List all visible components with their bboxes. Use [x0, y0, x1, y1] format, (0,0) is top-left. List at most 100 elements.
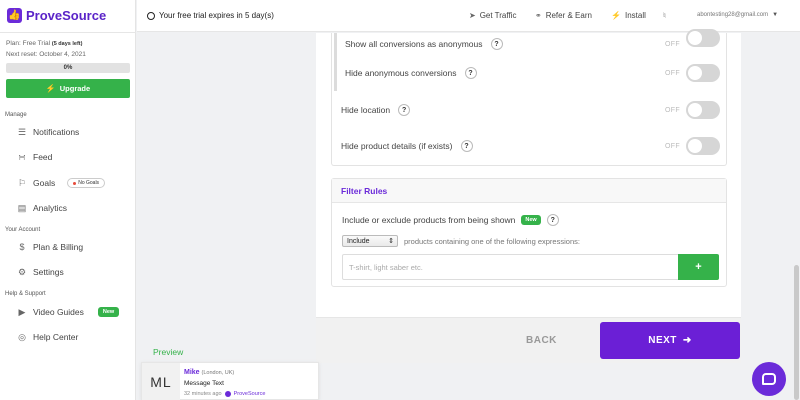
gear-icon: ⚙	[17, 266, 27, 277]
badge-label: No Goals	[78, 180, 100, 186]
setting-row: Hide product details (if exists) ? OFF	[332, 128, 726, 164]
filter-condition-row: Include ⇕ products containing one of the…	[342, 235, 580, 247]
back-button[interactable]: BACK	[526, 335, 557, 346]
video-camera-icon: ▶	[18, 306, 26, 317]
help-icon[interactable]: ?	[460, 140, 473, 152]
next-button[interactable]: NEXT ➜	[600, 322, 740, 359]
add-expression-button[interactable]: +	[678, 254, 719, 280]
preview-time: 32 minutes ago	[184, 391, 222, 397]
refer-earn-link[interactable]: ⚭ Refer & Earn	[535, 11, 592, 20]
filter-rules-header: Filter Rules	[332, 179, 726, 203]
toggle-switch[interactable]	[686, 64, 720, 82]
toggle-switch[interactable]	[686, 29, 720, 47]
divider	[0, 32, 136, 33]
sidebar-item-feed[interactable]: ∺ Feed	[17, 150, 133, 164]
plan-days-left: (5 days left)	[51, 41, 83, 47]
setting-label-text: Hide product details (if exists)	[341, 141, 453, 151]
sidebar-item-label: Notifications	[33, 127, 80, 137]
dollar-icon: $	[19, 242, 25, 252]
select-suffix-text: products containing one of the following…	[404, 236, 580, 246]
sidebar-item-analytics[interactable]: ▤ Analytics	[17, 201, 133, 215]
no-goals-badge: No Goals	[67, 178, 106, 188]
upgrade-button[interactable]: ⚡ Upgrade	[6, 79, 130, 98]
sidebar-item-label: Feed	[33, 152, 53, 162]
section-help: Help & Support	[5, 291, 46, 297]
preview-meta: 32 minutes ago ProveSource	[184, 391, 265, 397]
plan-name: Plan: Free Trial	[6, 40, 51, 47]
toggle-state: OFF	[665, 106, 680, 114]
lightning-icon: ⚡	[45, 84, 56, 93]
sidebar-item-billing[interactable]: $ Plan & Billing	[17, 240, 133, 254]
verified-check-icon	[224, 391, 231, 397]
setting-label-text: Show all conversions as anonymous	[345, 39, 483, 49]
setting-label: Show all conversions as anonymous ?	[345, 38, 503, 50]
sidebar-item-settings[interactable]: ⚙ Settings	[17, 265, 133, 279]
chevron-down-icon: ▼	[772, 12, 779, 18]
new-badge: New	[521, 215, 541, 225]
menu-icon: ☰	[17, 126, 27, 137]
logo[interactable]: 👍 ProveSource	[7, 8, 106, 23]
filter-rules-title: Filter Rules	[341, 186, 388, 196]
preview-message: Message Text	[184, 380, 224, 387]
bell-icon: ♮	[663, 11, 666, 20]
trial-notice: Your free trial expires in 5 day(s)	[147, 11, 274, 20]
filter-rules-card: Filter Rules Include or exclude products…	[331, 178, 727, 287]
plug-icon: ⚡	[611, 11, 621, 20]
chat-icon	[762, 373, 776, 385]
preview-label: Preview	[153, 347, 184, 357]
get-traffic-label: Get Traffic	[479, 11, 517, 20]
account-email: abontesting28@gmail.com	[697, 12, 769, 18]
help-icon[interactable]: ?	[490, 38, 503, 50]
sidebar: 👍 ProveSource Plan: Free Trial (5 days l…	[0, 0, 136, 400]
clock-icon	[147, 11, 155, 20]
toggle-switch[interactable]	[686, 101, 720, 119]
next-reset: Next reset: October 4, 2021	[6, 51, 86, 58]
setting-row: Hide anonymous conversions ? OFF	[332, 55, 726, 91]
toggle-state: OFF	[665, 142, 680, 150]
setting-label: Hide location ?	[341, 104, 411, 116]
preview-name-text: Mike	[184, 369, 200, 376]
preview-location: (London, UK)	[201, 370, 235, 376]
setting-label-text: Hide location	[341, 105, 391, 115]
toggle-state: OFF	[665, 69, 680, 77]
usage-progress-bar: 0%	[6, 63, 130, 73]
sidebar-item-goals[interactable]: ⚐ Goals No Goals	[17, 176, 133, 190]
sidebar-item-label: Video Guides	[33, 307, 84, 317]
sidebar-item-label: Analytics	[33, 203, 68, 213]
include-exclude-select[interactable]: Include ⇕	[342, 235, 398, 247]
setting-row: Show all conversions as anonymous ? OFF	[332, 29, 726, 55]
setting-label: Hide anonymous conversions ?	[345, 67, 477, 79]
section-manage: Manage	[5, 112, 27, 118]
chat-launcher-button[interactable]	[752, 362, 786, 396]
account-menu[interactable]: abontesting28@gmail.com ▼	[697, 12, 778, 18]
sidebar-item-label: Plan & Billing	[33, 242, 84, 252]
handshake-icon: ⚭	[535, 11, 542, 20]
trial-notice-text: Your free trial expires in 5 day(s)	[159, 11, 274, 20]
flag-icon: ⚐	[17, 177, 27, 188]
expression-input[interactable]: T-shirt, light saber etc.	[342, 254, 679, 280]
setting-row: Hide location ? OFF	[332, 92, 726, 128]
sidebar-item-notifications[interactable]: ☰ Notifications	[17, 125, 133, 139]
scrollbar[interactable]	[794, 265, 799, 400]
sidebar-item-video-guides[interactable]: ▶ Video Guides New	[17, 305, 133, 319]
rss-icon: ∺	[18, 151, 26, 162]
help-icon[interactable]: ?	[464, 67, 477, 79]
sidebar-item-help-center[interactable]: ◎ Help Center	[17, 330, 133, 344]
refer-earn-label: Refer & Earn	[545, 11, 592, 20]
sidebar-item-label: Help Center	[33, 332, 79, 342]
toggle-switch[interactable]	[686, 137, 720, 155]
sidebar-item-label: Goals	[33, 178, 56, 188]
new-badge: New	[97, 307, 120, 317]
help-icon[interactable]: ?	[546, 214, 559, 226]
arrow-right-icon: ➜	[682, 335, 692, 346]
notifications-bell[interactable]: ♮	[663, 11, 666, 20]
filter-description: Include or exclude products from being s…	[342, 214, 559, 226]
get-traffic-link[interactable]: ➤ Get Traffic	[469, 11, 516, 20]
chevron-updown-icon: ⇕	[388, 238, 394, 245]
sidebar-item-label: Settings	[33, 267, 64, 277]
help-icon[interactable]: ?	[398, 104, 411, 116]
install-link[interactable]: ⚡ Install	[611, 11, 646, 20]
privacy-settings-card: Show all conversions as anonymous ? OFF …	[331, 29, 727, 166]
brand-name: ProveSource	[26, 8, 107, 23]
thumbs-up-icon: 👍	[7, 8, 22, 23]
